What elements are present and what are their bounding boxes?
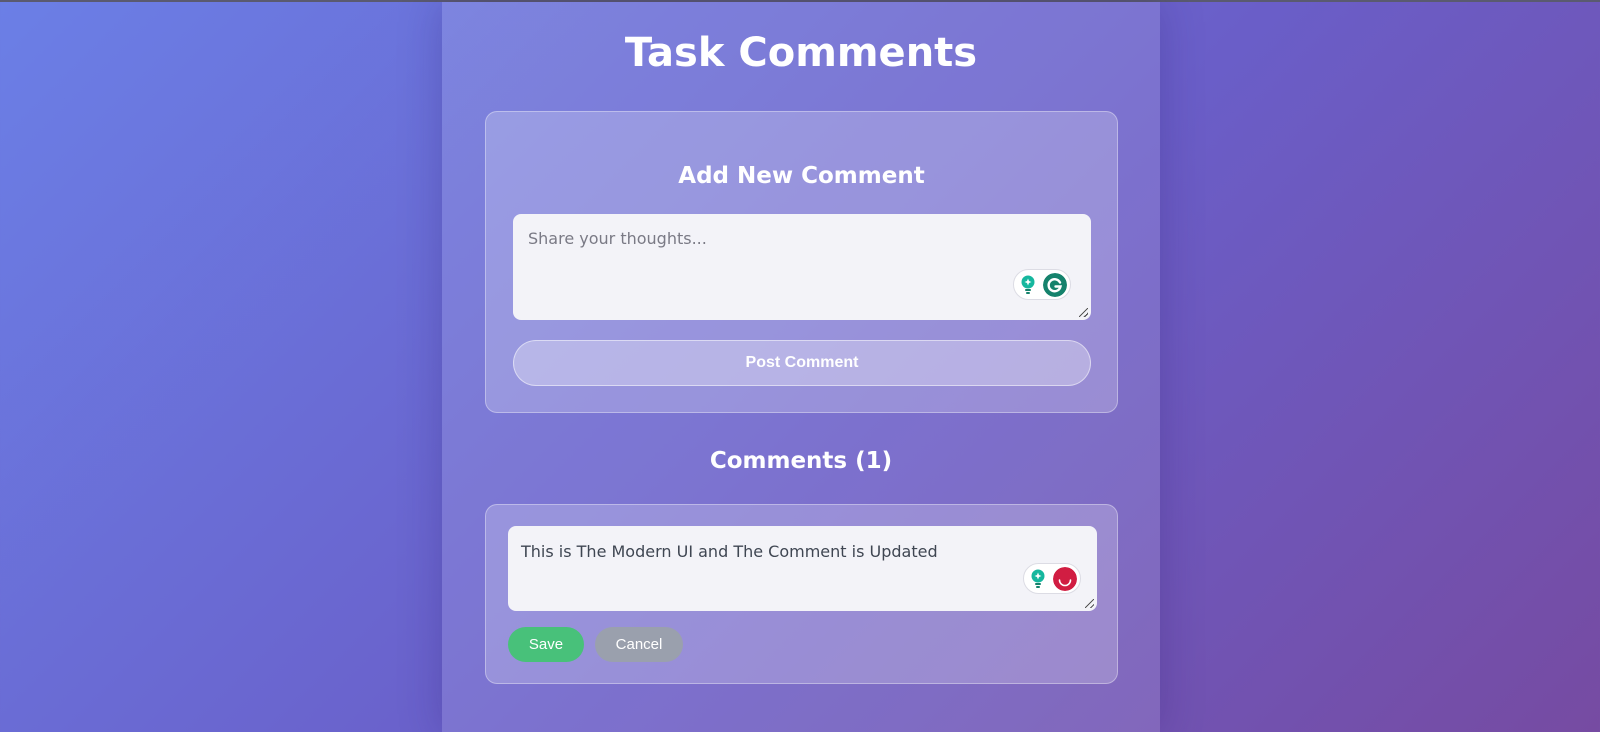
new-comment-placeholder: Share your thoughts... xyxy=(528,229,707,248)
comment-edit-text: This is The Modern UI and The Comment is… xyxy=(521,542,938,561)
new-comment-textarea[interactable]: Share your thoughts... xyxy=(513,214,1091,320)
post-comment-button[interactable]: Post Comment xyxy=(513,340,1091,386)
writing-assistant-widget[interactable] xyxy=(1023,563,1081,594)
grammarly-alert-icon[interactable] xyxy=(1053,567,1077,591)
comment-edit-textarea[interactable]: This is The Modern UI and The Comment is… xyxy=(508,526,1097,611)
comment-card: This is The Modern UI and The Comment is… xyxy=(485,504,1118,684)
resize-handle[interactable] xyxy=(1085,599,1094,608)
resize-handle[interactable] xyxy=(1079,308,1088,317)
new-comment-card: Add New Comment Share your thoughts... P… xyxy=(485,111,1118,413)
cancel-button[interactable]: Cancel xyxy=(595,627,683,662)
save-button[interactable]: Save xyxy=(508,627,584,662)
new-comment-heading: Add New Comment xyxy=(678,163,925,189)
grammarly-icon[interactable] xyxy=(1043,273,1067,297)
main-panel: Task Comments Add New Comment Share your… xyxy=(442,2,1160,732)
lightbulb-icon[interactable] xyxy=(1020,275,1036,295)
page-title: Task Comments xyxy=(624,30,978,76)
comments-heading: Comments (1) xyxy=(709,448,893,474)
lightbulb-icon[interactable] xyxy=(1030,569,1046,589)
writing-assistant-widget[interactable] xyxy=(1013,269,1071,300)
